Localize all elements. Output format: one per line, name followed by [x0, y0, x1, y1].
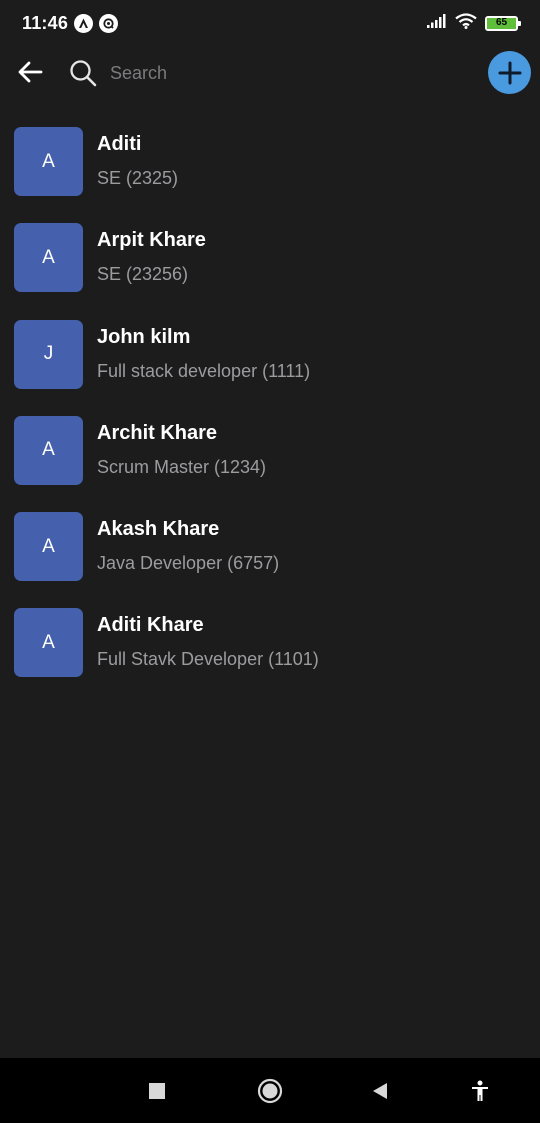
arrow-left-icon: [18, 61, 43, 83]
recents-square-icon: [149, 1083, 165, 1099]
list-item[interactable]: A Akash Khare Java Developer (6757): [0, 509, 540, 605]
status-left: 11:46: [22, 12, 119, 34]
search-input[interactable]: [110, 62, 410, 84]
avatar: A: [14, 608, 83, 678]
add-button[interactable]: [488, 51, 531, 94]
battery-cap: [518, 20, 521, 26]
list-item-text: Arpit Khare SE (23256): [97, 223, 206, 285]
employee-name: Arpit Khare: [97, 229, 206, 252]
list-item[interactable]: A Aditi SE (2325): [0, 124, 540, 220]
back-triangle-icon: [373, 1083, 387, 1099]
status-bar: 11:46 65: [0, 0, 540, 46]
employee-role: Java Developer (6757): [97, 553, 280, 574]
employee-role: SE (23256): [97, 264, 189, 285]
avatar: A: [14, 223, 83, 293]
plus-icon: [498, 61, 521, 84]
employee-role: Scrum Master (1234): [97, 456, 267, 477]
recents-button[interactable]: [142, 1076, 172, 1106]
system-back-button[interactable]: [365, 1076, 395, 1106]
accessibility-button[interactable]: [465, 1076, 495, 1106]
app-notification-a-icon: [74, 13, 94, 33]
avatar: J: [14, 319, 83, 389]
employee-role: Full Stavk Developer (1101): [97, 649, 319, 670]
list-item[interactable]: J John kilm Full stack developer (1111): [0, 317, 540, 413]
list-item[interactable]: A Archit Khare Scrum Master (1234): [0, 413, 540, 509]
battery-level: 65: [495, 17, 508, 28]
back-button[interactable]: [14, 56, 46, 88]
list-item-text: Archit Khare Scrum Master (1234): [97, 416, 266, 478]
signal-icon: [427, 13, 447, 33]
search-icon: [68, 58, 98, 88]
toolbar: [0, 46, 540, 100]
list-item[interactable]: A Arpit Khare SE (23256): [0, 220, 540, 316]
list-item-text: Aditi SE (2325): [97, 127, 178, 189]
list-item[interactable]: A Aditi Khare Full Stavk Developer (1101…: [0, 605, 540, 701]
list-item-text: Akash Khare Java Developer (6757): [97, 512, 279, 574]
employee-name: Aditi Khare: [97, 614, 204, 637]
employee-list: A Aditi SE (2325) A Arpit Khare SE (2325…: [0, 124, 540, 702]
home-circle-icon: [257, 1078, 283, 1104]
employee-name: John kilm: [97, 325, 191, 348]
app-notification-at-icon: [99, 13, 119, 33]
accessibility-icon: [472, 1080, 488, 1101]
system-nav-bar: [0, 1058, 540, 1123]
status-time: 11:46: [22, 12, 69, 33]
employee-role: Full stack developer (1111): [97, 360, 311, 381]
avatar: A: [14, 415, 83, 485]
battery-icon: 65: [485, 15, 521, 31]
status-right: 65: [427, 12, 521, 34]
avatar: A: [14, 512, 83, 582]
employee-name: Akash Khare: [97, 518, 220, 541]
home-button[interactable]: [255, 1076, 285, 1106]
employee-role: SE (2325): [97, 168, 179, 188]
avatar: A: [14, 127, 83, 196]
battery-fill: 65: [487, 17, 516, 29]
wifi-icon: [455, 12, 477, 34]
list-item-text: Aditi Khare Full Stavk Developer (1101): [97, 608, 319, 670]
list-item-text: John kilm Full stack developer (1111): [97, 320, 310, 382]
employee-name: Aditi: [97, 133, 142, 155]
employee-name: Archit Khare: [97, 421, 218, 444]
search-box[interactable]: [68, 54, 428, 92]
